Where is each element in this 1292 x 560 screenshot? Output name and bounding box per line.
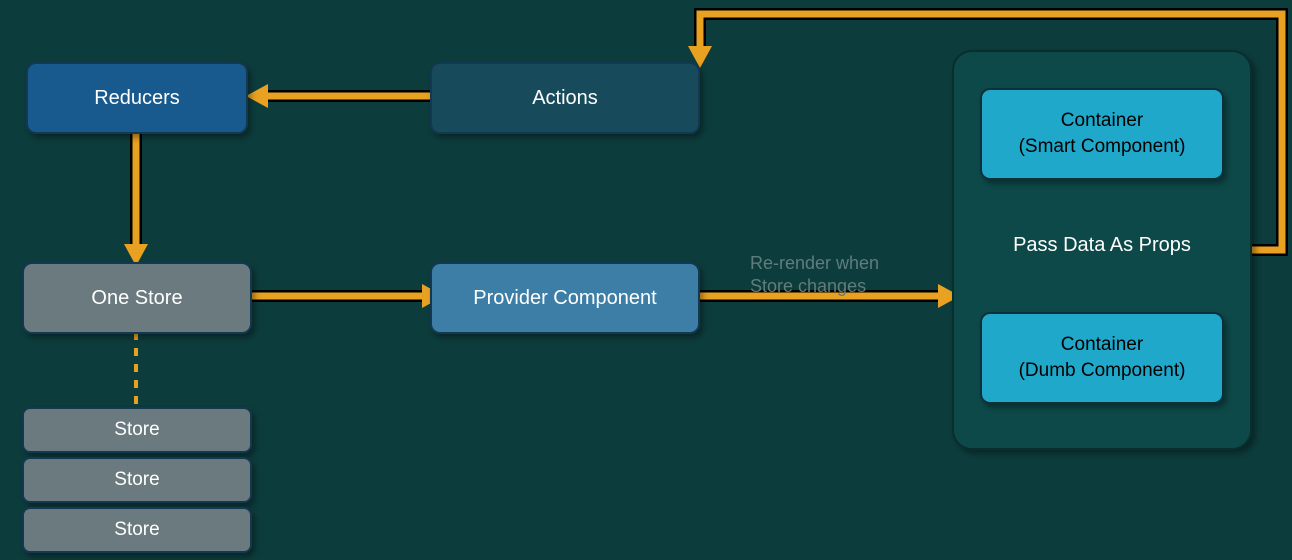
reducers-node: Reducers bbox=[26, 62, 248, 134]
smart-container-node: Container (Smart Component) bbox=[980, 88, 1224, 180]
rerender-line1: Re-render when bbox=[750, 253, 879, 273]
rerender-line2: Store changes bbox=[750, 276, 866, 296]
dumb-container-label: Container (Dumb Component) bbox=[1019, 332, 1186, 383]
store-label: Store bbox=[114, 467, 159, 493]
reducers-label: Reducers bbox=[94, 85, 180, 112]
dumb-line2: (Dumb Component) bbox=[1019, 360, 1186, 381]
store-stack-item: Store bbox=[22, 407, 252, 453]
smart-container-label: Container (Smart Component) bbox=[1019, 108, 1186, 159]
dumb-line1: Container bbox=[1061, 334, 1143, 355]
store-stack-item: Store bbox=[22, 507, 252, 553]
store-label: Store bbox=[114, 417, 159, 443]
rerender-label: Re-render when Store changes bbox=[750, 252, 879, 297]
props-label: Pass Data As Props bbox=[992, 234, 1212, 257]
smart-line2: (Smart Component) bbox=[1019, 136, 1186, 157]
actions-label: Actions bbox=[532, 85, 598, 112]
store-label: Store bbox=[114, 517, 159, 543]
provider-label: Provider Component bbox=[473, 285, 656, 312]
dumb-container-node: Container (Dumb Component) bbox=[980, 312, 1224, 404]
provider-node: Provider Component bbox=[430, 262, 700, 334]
actions-node: Actions bbox=[430, 62, 700, 134]
one-store-node: One Store bbox=[22, 262, 252, 334]
one-store-label: One Store bbox=[91, 285, 182, 312]
smart-line1: Container bbox=[1061, 110, 1143, 131]
store-stack-item: Store bbox=[22, 457, 252, 503]
